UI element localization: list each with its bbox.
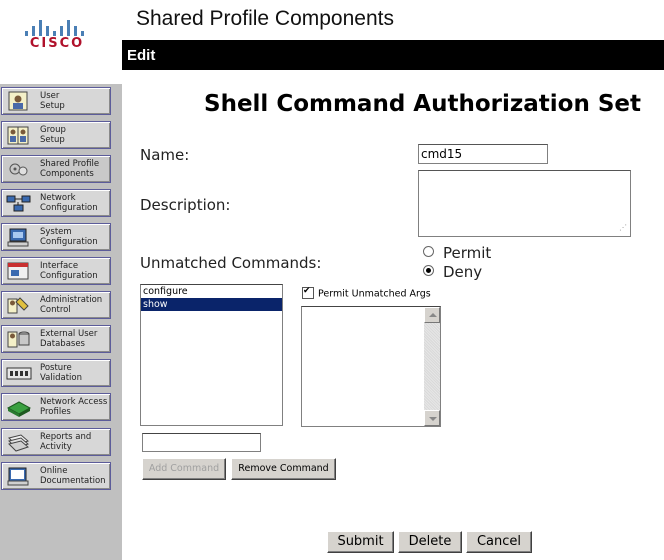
nav-label-line2: Control xyxy=(40,305,71,315)
nav-posture-validation[interactable]: Posture Validation xyxy=(1,359,111,387)
nav-interface-configuration[interactable]: Interface Configuration xyxy=(1,257,111,285)
permit-unmatched-args-option[interactable]: Permit Unmatched Args xyxy=(302,286,431,300)
nav-reports-and-activity[interactable]: Reports and Activity xyxy=(1,428,111,456)
submit-button[interactable]: Submit xyxy=(327,531,394,553)
cisco-bars-icon xyxy=(22,16,92,36)
nav-label-line2: Databases xyxy=(40,339,85,349)
nav-label-line1: Group xyxy=(40,125,66,135)
nav-group-setup[interactable]: Group Setup xyxy=(1,121,111,149)
scroll-up-icon[interactable] xyxy=(424,307,440,323)
add-command-button[interactable]: Add Command xyxy=(142,458,226,480)
nav-user-setup[interactable]: User Setup xyxy=(1,87,111,115)
edit-label: Edit xyxy=(127,47,156,64)
new-command-input[interactable] xyxy=(142,433,261,452)
nav-label-line1: User xyxy=(40,91,60,101)
command-list[interactable]: configure show xyxy=(140,284,283,426)
docs-icon xyxy=(7,467,29,486)
page-title: Shared Profile Components xyxy=(136,7,394,30)
name-input[interactable] xyxy=(418,144,548,164)
nav-label-line1: External User xyxy=(40,329,98,339)
nav-label-line2: Validation xyxy=(40,373,82,383)
nav-label-line2: Configuration xyxy=(40,271,98,281)
nav-label-line1: System xyxy=(40,227,72,237)
nav-label-line1: Shared Profile xyxy=(40,159,100,169)
nav-label-line1: Interface xyxy=(40,261,79,271)
resize-grip-icon[interactable]: ⋰ xyxy=(619,224,629,234)
system-icon xyxy=(7,228,29,247)
group-icon xyxy=(7,126,29,145)
arguments-scrollbar[interactable] xyxy=(424,307,440,426)
shared-components-icon xyxy=(9,163,28,176)
deny-radio[interactable] xyxy=(423,265,434,276)
description-textarea[interactable] xyxy=(418,170,631,237)
nav-administration-control[interactable]: Administration Control xyxy=(1,291,111,319)
name-label: Name: xyxy=(140,146,190,164)
remove-command-button[interactable]: Remove Command xyxy=(231,458,336,480)
nav-label-line2: Profiles xyxy=(40,407,71,417)
permit-radio[interactable] xyxy=(423,246,434,257)
description-label: Description: xyxy=(140,196,231,214)
nav-label-line1: Reports and xyxy=(40,432,92,442)
nav-label-line2: Documentation xyxy=(40,476,106,486)
posture-icon xyxy=(6,367,32,380)
command-list-item[interactable]: configure xyxy=(141,285,282,298)
cancel-button[interactable]: Cancel xyxy=(466,531,532,553)
permit-radio-label: Permit xyxy=(443,244,492,262)
reports-icon xyxy=(8,434,29,452)
command-list-item-selected[interactable]: show xyxy=(141,298,282,311)
interface-icon xyxy=(7,262,29,280)
nav-external-user-databases[interactable]: External User Databases xyxy=(1,325,111,353)
arguments-textarea[interactable] xyxy=(301,306,441,427)
nav-label-line1: Network xyxy=(40,193,76,203)
nav-network-configuration[interactable]: Network Configuration xyxy=(1,189,111,217)
deny-radio-label: Deny xyxy=(443,263,483,281)
permit-radio-option[interactable]: Permit xyxy=(423,244,491,262)
nav-label-line2: Activity xyxy=(40,442,72,452)
database-icon xyxy=(7,331,30,348)
network-access-icon xyxy=(6,401,32,417)
form-title: Shell Command Authorization Set xyxy=(204,91,641,117)
logo-text: CISCO xyxy=(29,36,85,51)
nav-label-line2: Setup xyxy=(40,135,65,145)
nav-label-line2: Components xyxy=(40,169,94,179)
admin-icon xyxy=(7,297,29,314)
left-sidebar: CISCO User Setup Group Setup Shared Profil… xyxy=(0,0,122,560)
nav-network-access-profiles[interactable]: Network Access Profiles xyxy=(1,393,111,421)
nav-label-line1: Administration xyxy=(40,295,103,305)
nav-label-line1: Network Access xyxy=(40,397,108,407)
user-icon xyxy=(8,91,28,111)
nav-system-configuration[interactable]: System Configuration xyxy=(1,223,111,251)
unmatched-commands-label: Unmatched Commands: xyxy=(140,254,322,272)
nav-label-line1: Posture xyxy=(40,363,72,373)
nav-shared-profile-components[interactable]: Shared Profile Components xyxy=(1,155,111,183)
network-icon xyxy=(6,195,31,212)
nav-label-line2: Configuration xyxy=(40,237,98,247)
nav-label-line2: Setup xyxy=(40,101,65,111)
delete-button[interactable]: Delete xyxy=(398,531,462,553)
scroll-down-icon[interactable] xyxy=(424,410,440,426)
permit-unmatched-args-label: Permit Unmatched Args xyxy=(318,288,431,300)
nav-label-line2: Configuration xyxy=(40,203,98,213)
nav-online-documentation[interactable]: Online Documentation xyxy=(1,462,111,490)
permit-unmatched-args-checkbox[interactable] xyxy=(302,286,314,299)
edit-bar: Edit xyxy=(122,40,664,70)
cisco-logo: CISCO xyxy=(0,0,122,84)
nav-label-line1: Online xyxy=(40,466,68,476)
deny-radio-option[interactable]: Deny xyxy=(423,263,482,281)
